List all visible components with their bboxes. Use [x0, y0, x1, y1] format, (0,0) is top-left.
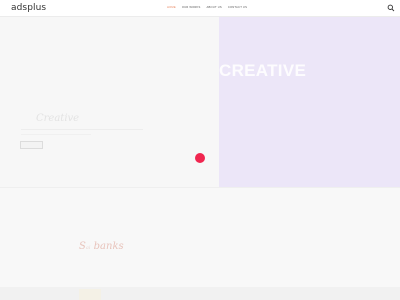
page: adsplus HOME OUR WORKS ABOUT US CONTACT … [0, 0, 400, 300]
nav-about-us[interactable]: ABOUT US [207, 6, 222, 10]
hero-button[interactable] [20, 141, 43, 149]
nav-home[interactable]: HOME [167, 6, 176, 10]
main-nav: HOME OUR WORKS ABOUT US CONTACT US [167, 6, 253, 10]
hero-left-panel [0, 17, 219, 187]
hero-text-line [21, 134, 91, 135]
signature: Sai banks [79, 241, 124, 252]
signature-middle: ai [85, 245, 91, 251]
hero-text-line [21, 129, 143, 130]
hero-right-panel [219, 17, 400, 187]
nav-our-works[interactable]: OUR WORKS [182, 6, 201, 10]
footer-chip [79, 289, 101, 300]
signature-first: S [79, 241, 86, 252]
signature-last: banks [93, 241, 124, 252]
logo[interactable]: adsplus [11, 3, 46, 13]
section-divider [0, 187, 400, 188]
search-icon[interactable] [387, 4, 395, 12]
nav-contact-us[interactable]: CONTACT US [228, 6, 247, 10]
scroll-dot[interactable] [195, 153, 205, 163]
hero-script-text: Creative [36, 113, 80, 124]
site-header: adsplus HOME OUR WORKS ABOUT US CONTACT … [0, 0, 400, 17]
footer-band [0, 287, 400, 300]
hero-headline: CREATIVE [219, 61, 307, 80]
